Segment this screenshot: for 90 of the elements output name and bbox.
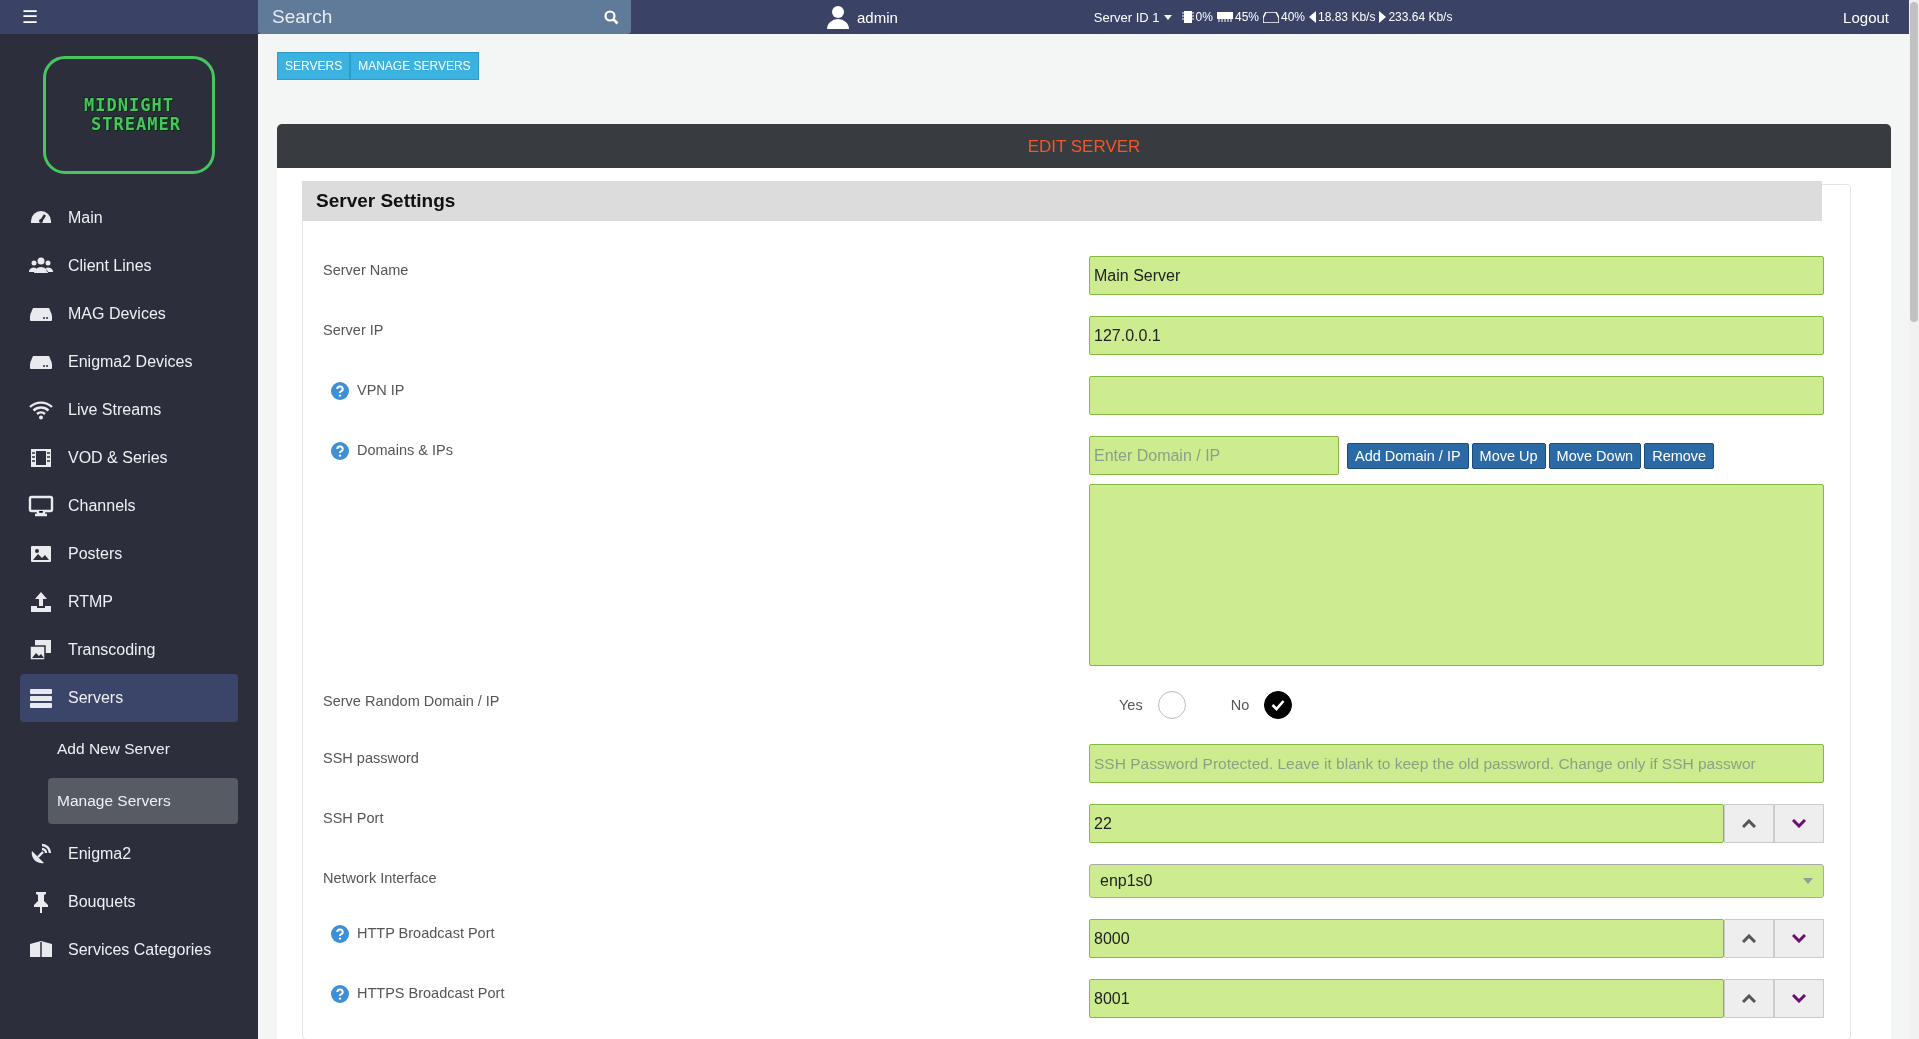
sidebar-item[interactable]: Bouquets [20,878,238,926]
sidebar-item[interactable]: Posters [20,530,238,578]
sidebar-item[interactable]: Enigma2 Devices [20,338,238,386]
sidebar-item[interactable]: Enigma2 [20,830,238,878]
chevron-up-icon [1742,994,1756,1003]
field-label: SSH Port [323,810,384,826]
field-label: Server IP [323,322,384,338]
caret-icon [1163,14,1172,20]
increment-button[interactable] [1724,919,1774,958]
number-field[interactable]: 8001 [1089,979,1724,1018]
logo: MIDNIGHT STREAMER [43,56,215,174]
decrement-button[interactable] [1774,804,1824,843]
right-triangle-icon [1379,11,1387,23]
text-field[interactable] [1089,376,1824,415]
sidebar-item[interactable]: Servers [20,674,238,722]
search-input[interactable]: Search [270,5,604,29]
sidebar-item[interactable]: Transcoding [20,626,238,674]
sidebar-item[interactable]: Client Lines [20,242,238,290]
chevron-down-icon [1792,994,1806,1003]
left-triangle-icon [1309,11,1316,23]
decrement-button[interactable] [1774,919,1824,958]
action-button[interactable]: Move Down [1548,442,1642,469]
text-field[interactable]: SSH Password Protected. Leave it blank to keep the old password. Change only if SSH passwor [1089,744,1824,783]
sidebar-item[interactable]: Services Categories [20,926,238,974]
dropdown[interactable]: enp1s0 [1089,864,1824,898]
wifi-icon [28,398,54,422]
search-icon[interactable] [604,9,619,25]
username[interactable]: admin [857,8,898,26]
sidebar-item[interactable]: Main [20,194,238,242]
logout-link[interactable]: Logout [1843,8,1889,26]
field-label: Server Name [323,262,409,278]
film-icon [28,446,54,470]
chevron-up-icon [1742,819,1756,828]
server-dropdown[interactable]: Server ID 1 [1093,9,1172,25]
chevron-down-icon [1792,934,1806,943]
sidebar-subitem[interactable]: Add New Server [48,726,238,772]
stat-value: 18.83 Kb/s [1318,10,1376,24]
images-icon [28,638,54,662]
server-icon [28,686,54,710]
sidebar-subitem[interactable]: Manage Servers [48,778,238,824]
radio-button[interactable] [1157,691,1186,719]
radio-label: Yes [1119,697,1143,713]
stat-value: 0% [1195,10,1213,24]
caret-icon [1803,878,1813,884]
increment-button[interactable] [1724,804,1774,843]
field-label: HTTP Broadcast Port [357,925,495,941]
stat-value: 233.64 Kb/s [1388,10,1453,24]
number-field[interactable]: 8000 [1089,919,1724,958]
increment-button[interactable] [1724,979,1774,1018]
sidebar-item[interactable]: RTMP [20,578,238,626]
domain-field[interactable]: Enter Domain / IP [1089,436,1339,475]
chevron-down-icon [1792,819,1806,828]
user-icon [827,5,849,29]
field-label: VPN IP [357,382,405,398]
sidebar-item[interactable]: Live Streams [20,386,238,434]
decrement-button[interactable] [1774,979,1824,1018]
radio-button[interactable] [1264,691,1293,719]
sidebar-item[interactable]: Channels [20,482,238,530]
help-icon[interactable] [331,925,349,943]
field-label: Network Interface [323,870,437,886]
card-title: EDIT SERVER [277,124,1891,168]
section-heading: Server Settings [302,181,1822,221]
action-button[interactable]: Remove [1644,442,1715,469]
help-icon[interactable] [331,442,349,460]
drive-icon [1263,11,1279,23]
action-button[interactable]: Add Domain / IP [1347,442,1469,469]
field-label: SSH password [323,750,419,766]
action-button[interactable]: Move Up [1471,442,1546,469]
search-field[interactable]: Search [258,0,631,34]
check-icon [1271,699,1286,711]
radio-label: No [1230,697,1250,713]
chip-icon [1181,10,1194,24]
scrollbar[interactable] [1909,0,1919,1039]
help-icon[interactable] [331,382,349,400]
sidebar-item[interactable]: MAG Devices [20,290,238,338]
stat-value: 45% [1234,10,1259,24]
sidebar-item[interactable]: VOD & Series [20,434,238,482]
text-field[interactable]: 127.0.0.1 [1089,316,1824,355]
number-field[interactable]: 22 [1089,804,1724,843]
chevron-up-icon [1742,934,1756,943]
monitor-icon [28,494,54,518]
field-label: Domains & IPs [357,442,453,458]
memory-icon [1216,12,1233,22]
upload-icon [28,590,54,614]
field-label: HTTPS Broadcast Port [357,985,505,1001]
text-field[interactable]: Main Server [1089,256,1824,295]
menu-button[interactable]: ☰ [0,5,258,29]
stat-value: 40% [1281,10,1305,24]
help-icon[interactable] [331,985,349,1003]
field-label: Serve Random Domain / IP [323,693,500,709]
